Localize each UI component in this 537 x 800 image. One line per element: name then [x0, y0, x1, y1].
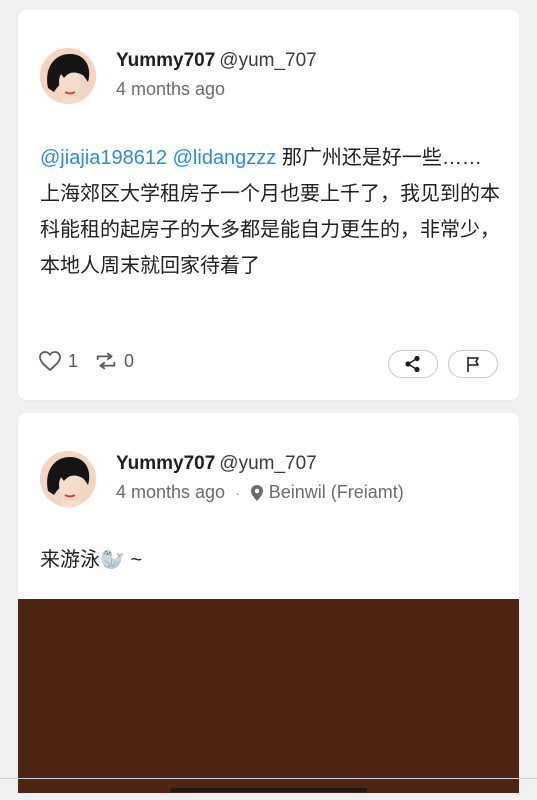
author-row: Yummy707 @yum_707: [116, 453, 317, 475]
post-meta: 4 months ago · Beinwil (Freiamt): [116, 482, 404, 503]
author-display-name[interactable]: Yummy707: [116, 50, 215, 71]
repost-button[interactable]: 0: [94, 350, 134, 372]
report-button[interactable]: [448, 350, 498, 378]
author-display-name[interactable]: Yummy707: [116, 453, 215, 474]
mention-link[interactable]: @jiajia198612: [40, 147, 167, 169]
author-row: Yummy707 @yum_707: [116, 50, 317, 72]
post-card: Yummy707 @yum_707 4 months ago @jiajia198…: [18, 10, 519, 400]
mention-link[interactable]: @lidangzzz: [173, 147, 277, 169]
avatar-illustration: [40, 451, 96, 507]
post-text: @jiajia198612 @lidangzzz 那广州还是好一些……上海郊区大…: [40, 140, 500, 284]
like-count: 1: [68, 350, 79, 371]
nav-divider: [0, 778, 537, 779]
post-card: Yummy707 @yum_707 4 months ago · Beinwil …: [18, 413, 519, 793]
like-button[interactable]: 1: [38, 350, 78, 372]
post-photo[interactable]: [18, 599, 519, 793]
repost-count: 0: [124, 350, 135, 371]
author-handle[interactable]: @yum_707: [219, 453, 316, 474]
repost-icon: [96, 352, 116, 370]
post-text: 来游泳🦭 ~: [40, 549, 143, 571]
home-indicator[interactable]: [170, 788, 367, 792]
author-handle[interactable]: @yum_707: [219, 50, 316, 71]
avatar[interactable]: [40, 48, 96, 104]
location-pin-icon: [250, 484, 264, 502]
meta-separator: ·: [235, 484, 240, 501]
heart-icon: [39, 351, 61, 371]
post-meta: 4 months ago: [116, 79, 225, 100]
post-time[interactable]: 4 months ago: [116, 79, 225, 100]
avatar-illustration: [40, 48, 96, 104]
post-time[interactable]: 4 months ago: [116, 482, 225, 503]
flag-icon: [467, 357, 479, 372]
share-icon: [405, 355, 420, 373]
share-button[interactable]: [388, 350, 438, 378]
post-location[interactable]: Beinwil (Freiamt): [269, 482, 404, 503]
post-actions: 1 0: [38, 350, 150, 372]
avatar[interactable]: [40, 451, 96, 507]
